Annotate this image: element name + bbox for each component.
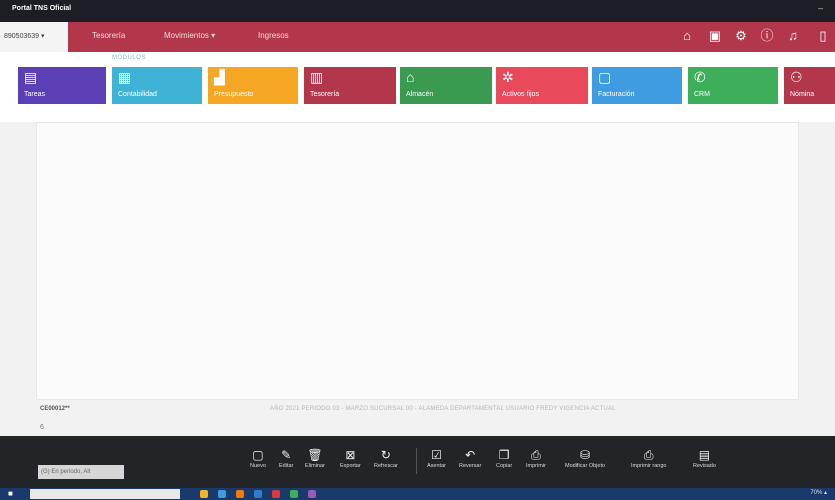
button-label: Reversar — [459, 463, 482, 469]
os-taskbar: ■ 70% ▴ — [0, 488, 835, 500]
new-icon: ▢ — [252, 448, 264, 462]
button-label: Asentar — [427, 463, 446, 469]
module-label: Activos fijos — [502, 91, 539, 98]
module-label: Presupuesto — [214, 91, 254, 98]
calendar-icon[interactable]: ▣ — [707, 28, 723, 44]
module-crm[interactable]: ✆ CRM — [688, 67, 778, 104]
app-icon[interactable] — [254, 490, 262, 498]
copy-icon: ❐ — [498, 448, 510, 462]
info-icon[interactable]: ⓘ — [759, 28, 775, 44]
app-icon[interactable] — [290, 490, 298, 498]
module-facturacion[interactable]: ▢ Facturación — [592, 67, 682, 104]
app-icon[interactable] — [308, 490, 316, 498]
export-button[interactable]: ⊠ Exportar — [340, 448, 361, 469]
new-button[interactable]: ▢ Nuevo — [250, 448, 266, 469]
status-bar: CE00012** AÑO 2021 PERIODO 03 - MARZO SU… — [0, 400, 835, 436]
home-icon[interactable]: ⌂ — [679, 28, 695, 44]
modules-panel: MÓDULOS ▤ Tareas ▦ Contabilidad ▟ Presup… — [0, 52, 835, 122]
module-nomina[interactable]: ⚇ Nómina — [784, 67, 835, 104]
module-label: CRM — [694, 91, 710, 98]
invoice-icon: ▢ — [598, 69, 612, 85]
user-icon[interactable]: ▯ — [815, 28, 831, 44]
export-icon: ⊠ — [345, 448, 356, 462]
button-label: Refrescar — [374, 463, 398, 469]
app-icon[interactable] — [218, 490, 226, 498]
module-activos-fijos[interactable]: ✲ Activos fijos — [496, 67, 588, 104]
trash-icon: 🗑 — [307, 448, 323, 462]
main-content-area — [36, 122, 799, 400]
reviewed-button[interactable]: ▤ Revisado — [693, 448, 716, 469]
refresh-icon: ↻ — [380, 448, 391, 462]
checkbox-icon: ☑ — [431, 448, 442, 462]
treasury-icon: ▥ — [310, 69, 324, 85]
phone-icon: ✆ — [694, 69, 706, 85]
database-icon: ⛁ — [579, 448, 591, 462]
system-tray: 70% ▴ — [810, 490, 827, 496]
button-label: Copiar — [496, 463, 513, 469]
nav-item-movimientos[interactable]: Movimientos ▾ — [164, 31, 215, 40]
button-label: Modificar Objeto — [565, 463, 606, 469]
company-selector[interactable]: 890503639 ▾ — [0, 22, 68, 52]
button-label: Revisado — [693, 463, 716, 469]
button-label: Imprimir — [526, 463, 546, 469]
button-label: Nuevo — [250, 463, 266, 469]
minimize-button[interactable]: – — [818, 3, 823, 13]
document-icon: ▤ — [698, 448, 711, 462]
windows-start-icon[interactable]: ■ — [8, 489, 13, 498]
session-info: AÑO 2021 PERIODO 03 - MARZO SUCURSAL 00 … — [270, 406, 616, 412]
nav-item-ingresos[interactable]: Ingresos — [258, 31, 289, 40]
delete-button[interactable]: 🗑 Eliminar — [305, 448, 325, 469]
edit-button[interactable]: ✎ Editar — [279, 448, 293, 469]
window-titlebar: Portal TNS Oficial – — [0, 0, 835, 22]
app-icon[interactable] — [236, 490, 244, 498]
module-label: Tesorería — [310, 91, 340, 98]
module-contabilidad[interactable]: ▦ Contabilidad — [112, 67, 202, 104]
warehouse-icon: ⌂ — [406, 69, 415, 85]
app-icon[interactable] — [272, 490, 280, 498]
button-label: Editar — [279, 463, 294, 469]
app-icon[interactable] — [200, 490, 208, 498]
taskbar-search[interactable] — [30, 489, 180, 499]
undo-icon: ↶ — [465, 448, 476, 462]
module-label: Facturación — [598, 91, 635, 98]
button-label: Exportar — [340, 463, 361, 469]
calculator-icon: ▦ — [118, 69, 132, 85]
module-presupuesto[interactable]: ▟ Presupuesto — [208, 67, 298, 104]
search-input[interactable]: (G) En periodo, Alt — [38, 465, 124, 479]
module-label: Contabilidad — [118, 91, 157, 98]
copy-button[interactable]: ❐ Copiar — [496, 448, 512, 469]
payroll-icon: ⚇ — [790, 69, 803, 85]
post-button[interactable]: ☑ Asentar — [427, 448, 446, 469]
budget-icon: ▟ — [214, 69, 225, 85]
bell-icon[interactable]: ♫ — [785, 28, 801, 44]
edit-icon: ✎ — [281, 448, 292, 462]
button-label: Eliminar — [305, 463, 325, 469]
assets-icon: ✲ — [502, 69, 514, 85]
top-navbar: 890503639 ▾ Tesorería Movimientos ▾ Ingr… — [0, 22, 835, 52]
module-tesoreria[interactable]: ▥ Tesorería — [304, 67, 396, 104]
print-button[interactable]: ⎙ Imprimir — [526, 448, 546, 469]
modify-object-button[interactable]: ⛁ Modificar Objeto — [565, 448, 605, 469]
printer-icon: ⎙ — [531, 448, 541, 462]
gear-icon[interactable]: ⚙ — [733, 28, 749, 44]
printer-range-icon: ⎙ — [643, 448, 654, 462]
refresh-button[interactable]: ↻ Refrescar — [374, 448, 398, 469]
window-title: Portal TNS Oficial — [12, 5, 72, 12]
button-label: Imprimir rango — [631, 463, 667, 469]
module-almacen[interactable]: ⌂ Almacén — [400, 67, 492, 104]
document-code: CE00012** — [40, 406, 70, 412]
module-label: Almacén — [406, 91, 434, 98]
action-toolbar: (G) En periodo, Alt ▢ Nuevo ✎ Editar 🗑 E… — [0, 436, 835, 488]
toolbar-divider — [416, 448, 417, 474]
module-label: Nómina — [790, 91, 815, 98]
module-tareas[interactable]: ▤ Tareas — [18, 67, 106, 104]
reverse-button[interactable]: ↶ Reversar — [459, 448, 481, 469]
modules-label: MÓDULOS — [112, 55, 146, 61]
print-range-button[interactable]: ⎙ Imprimir rango — [631, 448, 666, 469]
nav-item-tesoreria[interactable]: Tesorería — [92, 31, 125, 40]
tasks-icon: ▤ — [24, 69, 38, 85]
record-number: 6 — [40, 424, 44, 431]
module-label: Tareas — [24, 91, 46, 98]
